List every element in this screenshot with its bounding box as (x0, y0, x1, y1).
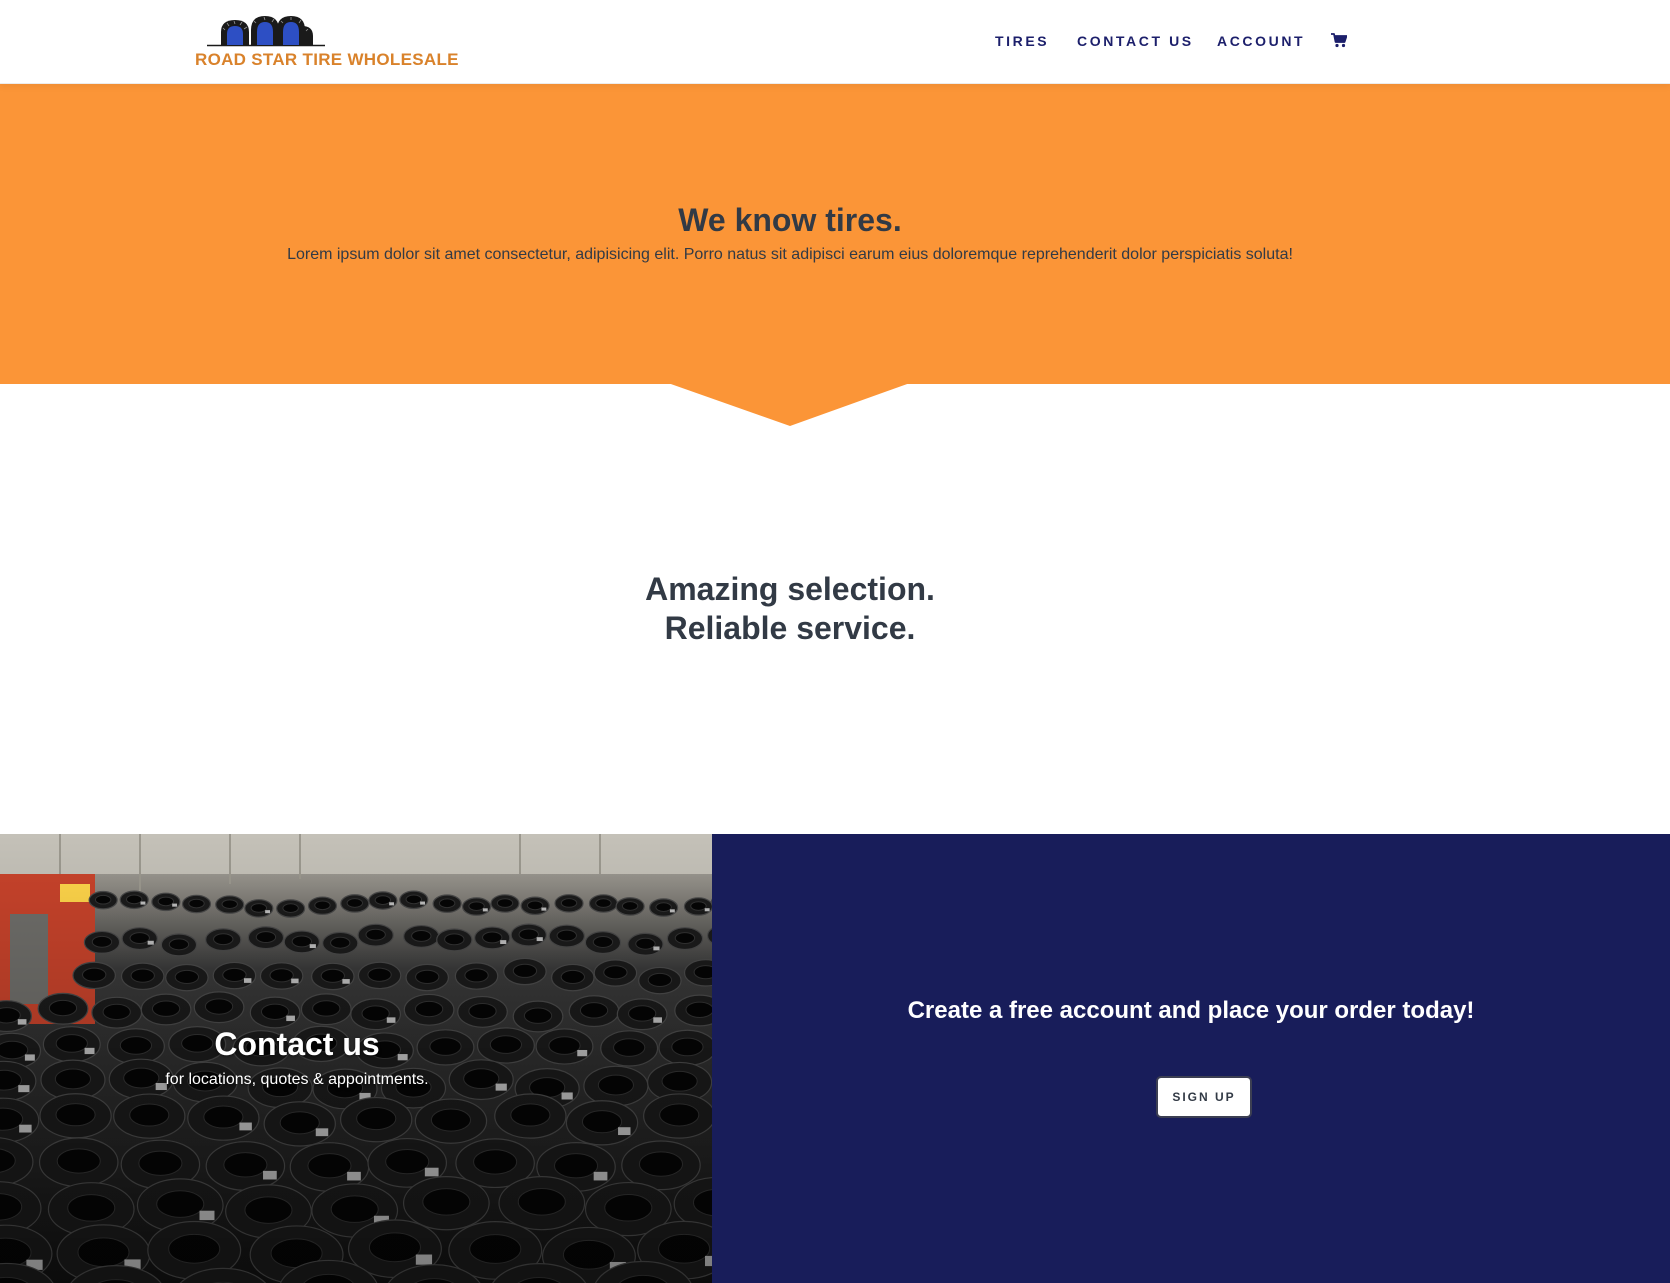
contact-panel[interactable]: Contact us for locations, quotes & appoi… (0, 834, 712, 1283)
site-header: ROAD STAR TIRE WHOLESALE TIRES CONTACT U… (0, 0, 1670, 84)
tagline-line-2: Reliable service. (664, 610, 916, 646)
nav-link-account[interactable]: ACCOUNT (1217, 31, 1305, 51)
tagline-line-1: Amazing selection. (645, 571, 935, 607)
contact-title: Contact us (214, 1026, 380, 1062)
signup-panel: Create a free account and place your ord… (712, 834, 1670, 1283)
shopping-cart-icon (1331, 33, 1348, 48)
hero-title: We know tires. (678, 202, 902, 238)
tagline: Amazing selection. Reliable service. (0, 570, 1580, 648)
logo-text: ROAD STAR TIRE WHOLESALE (195, 50, 459, 69)
main-nav: TIRES CONTACT US ACCOUNT (0, 31, 1670, 51)
contact-subtitle: for locations, quotes & appointments. (165, 1071, 429, 1088)
hero-subtitle: Lorem ipsum dolor sit amet consectetur, … (287, 246, 1293, 263)
cart-link[interactable] (1331, 33, 1348, 48)
signup-title: Create a free account and place your ord… (907, 997, 1475, 1024)
page: ROAD STAR TIRE WHOLESALE TIRES CONTACT U… (0, 0, 1670, 1283)
sign-up-button[interactable]: SIGN UP (1156, 1076, 1252, 1118)
nav-link-contact-us[interactable]: CONTACT US (1077, 31, 1194, 51)
nav-link-tires[interactable]: TIRES (995, 31, 1049, 51)
hero-down-arrow (668, 383, 910, 426)
